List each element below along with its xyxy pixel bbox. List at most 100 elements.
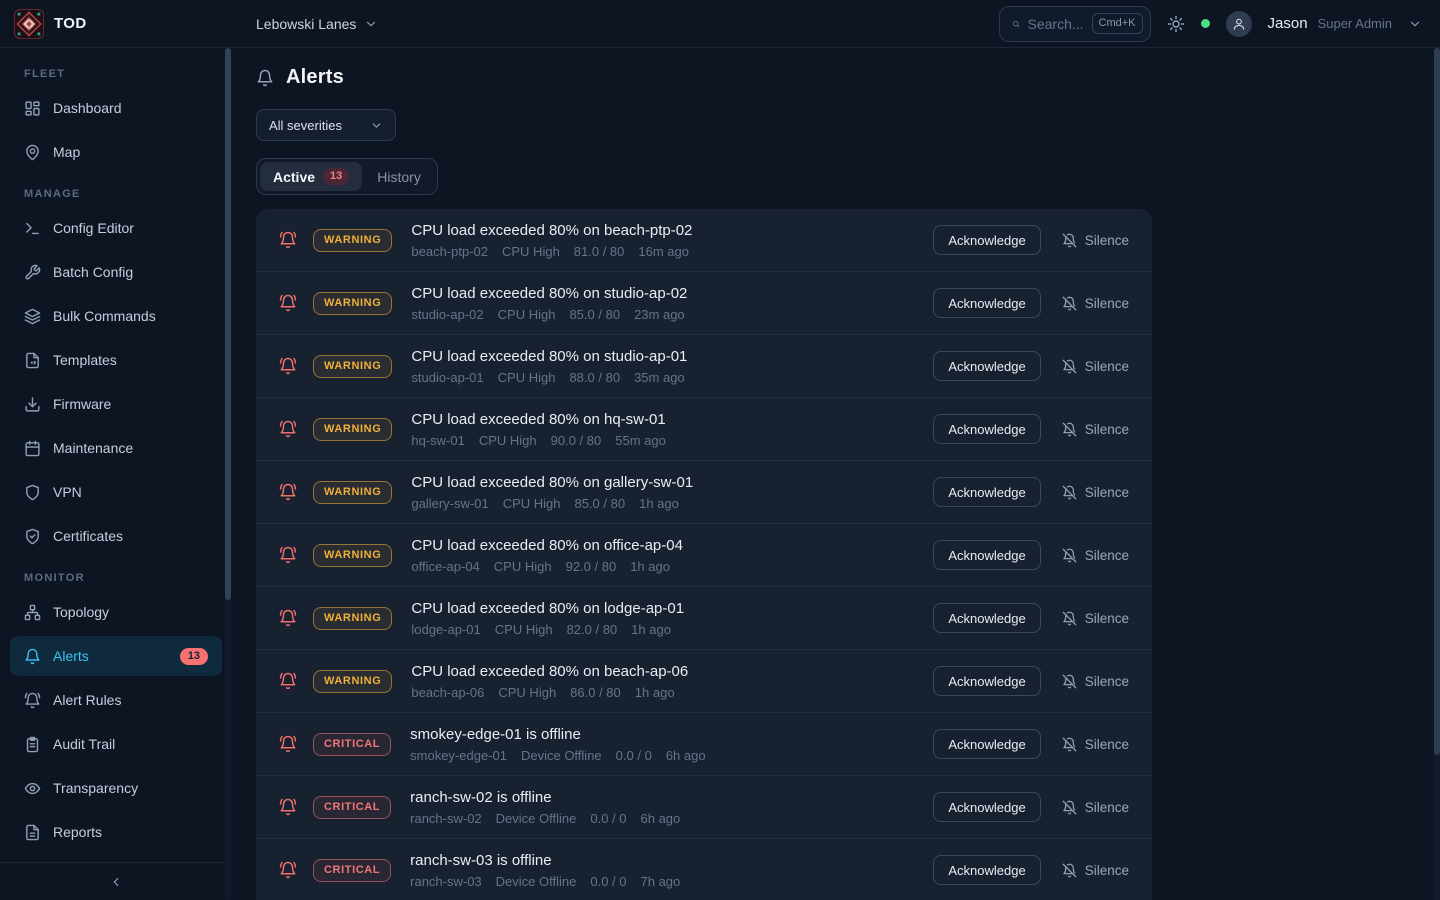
- sidebar-item-firmware[interactable]: Firmware: [10, 384, 222, 424]
- tab-history[interactable]: History: [364, 163, 434, 191]
- search-input[interactable]: Search... Cmd+K: [999, 6, 1151, 42]
- bell-ring-icon: [279, 294, 297, 312]
- bell-ring-icon: [279, 420, 297, 438]
- alert-text: CPU load exceeded 80% on beach-ap-06beac…: [411, 663, 933, 700]
- org-switcher[interactable]: Lebowski Lanes: [256, 16, 378, 32]
- alert-meta: ranch-sw-03Device Offline0.0 / 07h ago: [410, 874, 933, 889]
- sidebar-item-bulk-commands[interactable]: Bulk Commands: [10, 296, 222, 336]
- acknowledge-button[interactable]: Acknowledge: [933, 288, 1040, 318]
- silence-button[interactable]: Silence: [1062, 233, 1129, 248]
- silence-label: Silence: [1085, 611, 1129, 626]
- silence-button[interactable]: Silence: [1062, 422, 1129, 437]
- silence-button[interactable]: Silence: [1062, 863, 1129, 878]
- sidebar-item-maintenance[interactable]: Maintenance: [10, 428, 222, 468]
- file-text-icon: [24, 824, 41, 841]
- sidebar-item-map[interactable]: Map: [10, 132, 222, 172]
- tab-active-count-badge: 13: [323, 168, 349, 185]
- alert-row: CRITICALsmokey-edge-01 is offlinesmokey-…: [256, 713, 1152, 776]
- alert-time: 6h ago: [641, 811, 681, 826]
- search-icon: [1012, 17, 1020, 31]
- sidebar-scrollbar[interactable]: [225, 48, 231, 900]
- silence-button[interactable]: Silence: [1062, 737, 1129, 752]
- acknowledge-button[interactable]: Acknowledge: [933, 729, 1040, 759]
- severity-badge: CRITICAL: [313, 859, 391, 882]
- sidebar-item-label: Firmware: [53, 396, 111, 412]
- alert-text: smokey-edge-01 is offlinesmokey-edge-01D…: [410, 726, 933, 763]
- sidebar-scrollbar-thumb[interactable]: [225, 48, 231, 600]
- shield-check-icon: [24, 528, 41, 545]
- alert-time: 16m ago: [638, 244, 689, 259]
- sidebar-item-audit-trail[interactable]: Audit Trail: [10, 724, 222, 764]
- acknowledge-button[interactable]: Acknowledge: [933, 351, 1040, 381]
- acknowledge-button[interactable]: Acknowledge: [933, 792, 1040, 822]
- bell-ring-icon: [279, 231, 297, 249]
- alert-rule: CPU High: [502, 244, 560, 259]
- sidebar-item-label: Map: [53, 144, 80, 160]
- alert-text: CPU load exceeded 80% on beach-ptp-02bea…: [411, 222, 933, 259]
- acknowledge-button[interactable]: Acknowledge: [933, 414, 1040, 444]
- silence-button[interactable]: Silence: [1062, 485, 1129, 500]
- alert-text: ranch-sw-03 is offline ranch-sw-03Device …: [410, 852, 933, 889]
- acknowledge-button[interactable]: Acknowledge: [933, 603, 1040, 633]
- alert-value: 86.0 / 80: [570, 685, 621, 700]
- bell-ring-icon: [279, 357, 297, 375]
- tab-active[interactable]: Active 13: [260, 162, 362, 191]
- sidebar-item-topology[interactable]: Topology: [10, 592, 222, 632]
- alert-text: CPU load exceeded 80% on lodge-ap-01lodg…: [411, 600, 933, 637]
- severity-badge: WARNING: [313, 292, 392, 315]
- sidebar-item-label: Batch Config: [53, 264, 133, 280]
- sidebar-item-batch-config[interactable]: Batch Config: [10, 252, 222, 292]
- silence-label: Silence: [1085, 233, 1129, 248]
- user-menu-chevron-icon[interactable]: [1408, 17, 1422, 31]
- sidebar-item-label: Bulk Commands: [53, 308, 156, 324]
- alert-title: ranch-sw-03 is offline: [410, 852, 933, 869]
- logo-row: TOD: [0, 0, 232, 48]
- silence-button[interactable]: Silence: [1062, 296, 1129, 311]
- alert-title: CPU load exceeded 80% on beach-ap-06: [411, 663, 933, 680]
- bell-off-icon: [1062, 611, 1077, 626]
- silence-button[interactable]: Silence: [1062, 548, 1129, 563]
- theme-toggle-sun-icon[interactable]: [1167, 15, 1185, 33]
- acknowledge-button[interactable]: Acknowledge: [933, 540, 1040, 570]
- alert-time: 1h ago: [630, 559, 670, 574]
- sidebar-item-transparency[interactable]: Transparency: [10, 768, 222, 808]
- filter-row: All severities: [256, 109, 1416, 141]
- silence-button[interactable]: Silence: [1062, 611, 1129, 626]
- page-scrollbar-thumb[interactable]: [1434, 48, 1440, 755]
- sidebar-item-dashboard[interactable]: Dashboard: [10, 88, 222, 128]
- sidebar-item-label: Certificates: [53, 528, 123, 544]
- acknowledge-button[interactable]: Acknowledge: [933, 855, 1040, 885]
- alert-row: WARNING CPU load exceeded 80% on beach-ap…: [256, 650, 1152, 713]
- silence-label: Silence: [1085, 737, 1129, 752]
- avatar[interactable]: [1226, 11, 1252, 37]
- sidebar-item-alerts[interactable]: Alerts13: [10, 636, 222, 676]
- alert-row: WARNINGCPU load exceeded 80% on lodge-ap…: [256, 587, 1152, 650]
- silence-button[interactable]: Silence: [1062, 359, 1129, 374]
- page-scrollbar[interactable]: [1434, 48, 1440, 900]
- alert-row: WARNING CPU load exceeded 80% on hq-sw-01…: [256, 398, 1152, 461]
- sidebar-item-config-editor[interactable]: Config Editor: [10, 208, 222, 248]
- sidebar-item-reports[interactable]: Reports: [10, 812, 222, 852]
- sidebar-alerts-count-badge: 13: [180, 648, 208, 665]
- severity-badge: WARNING: [313, 670, 392, 693]
- alert-rule: CPU High: [495, 622, 553, 637]
- silence-button[interactable]: Silence: [1062, 674, 1129, 689]
- alert-value: 0.0 / 0: [590, 811, 626, 826]
- topbar: Lebowski Lanes Search... Cmd+K Jason Sup…: [232, 0, 1440, 48]
- silence-label: Silence: [1085, 296, 1129, 311]
- sidebar-item-templates[interactable]: Templates: [10, 340, 222, 380]
- alert-text: CPU load exceeded 80% on office-ap-04off…: [411, 537, 933, 574]
- alert-title: CPU load exceeded 80% on hq-sw-01: [411, 411, 933, 428]
- severity-filter-select[interactable]: All severities: [256, 109, 396, 141]
- sidebar-item-vpn[interactable]: VPN: [10, 472, 222, 512]
- acknowledge-button[interactable]: Acknowledge: [933, 225, 1040, 255]
- sidebar-item-alert-rules[interactable]: Alert Rules: [10, 680, 222, 720]
- alert-time: 55m ago: [615, 433, 666, 448]
- silence-button[interactable]: Silence: [1062, 800, 1129, 815]
- sidebar-collapse-button[interactable]: [0, 862, 232, 900]
- sidebar-item-certificates[interactable]: Certificates: [10, 516, 222, 556]
- severity-badge: WARNING: [313, 418, 392, 441]
- acknowledge-button[interactable]: Acknowledge: [933, 666, 1040, 696]
- chevron-down-icon: [370, 119, 383, 132]
- acknowledge-button[interactable]: Acknowledge: [933, 477, 1040, 507]
